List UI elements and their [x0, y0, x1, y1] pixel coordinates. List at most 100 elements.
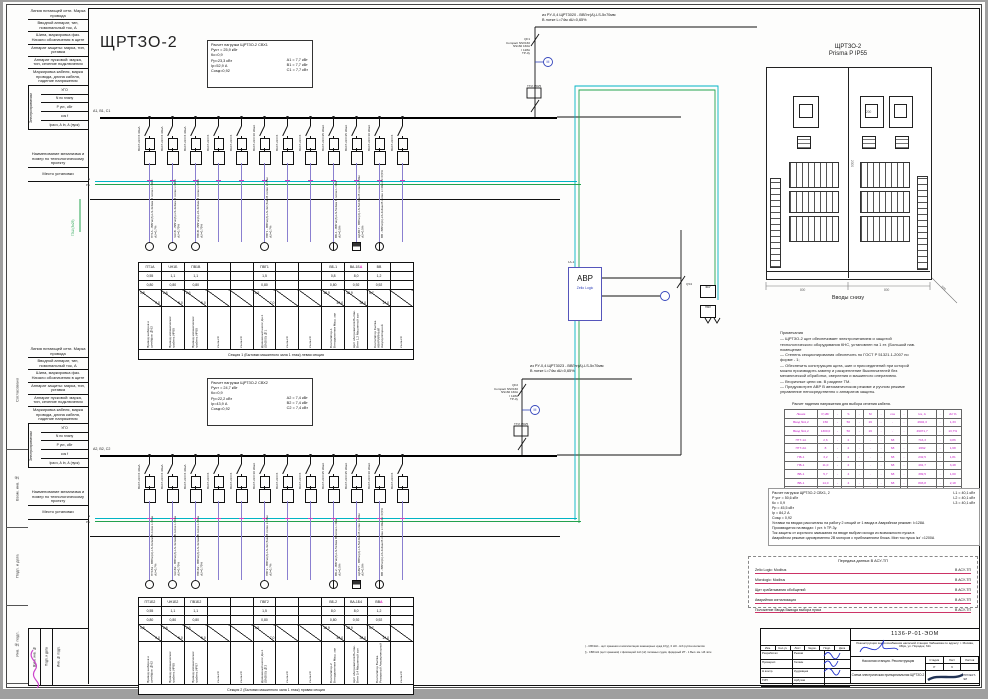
rcd-box — [306, 138, 316, 150]
project-description: Реконструкция энергоснабжения насосной с… — [851, 641, 979, 657]
role-signature-cell — [825, 651, 850, 659]
feeder-column: ВА47-29 С6 30мА ПТ1Б2 - ВВГнг(А)-LS-4х4м… — [138, 456, 161, 596]
document-number: 1136-Р-01-ЭОМ — [851, 629, 979, 641]
section-caption: Секция 1 (Бытовки машинного зала 1 этаж)… — [139, 350, 414, 360]
vd-row: ВБ-15,7- 4-- -68- 399,5-1,00 — [785, 470, 962, 479]
schedule-header-cell: ПВ1Б2 — [184, 598, 207, 607]
role-row: ГИП Арбузов — [761, 678, 850, 687]
schedule-cos-cell — [390, 616, 413, 625]
module-strip — [860, 216, 910, 242]
feeder-schedule-1: ПТ1АЧН1БПВ1ВПВГ1ВБ-1ВА-1БАВВ 0,551,11,11… — [138, 262, 414, 360]
asu-signal: Micrologic: Modbus — [755, 578, 785, 582]
schedule-power-cell: 1,5 — [253, 272, 276, 281]
rcd-box — [283, 138, 293, 150]
rcd-box — [214, 138, 224, 150]
meter-box — [862, 136, 876, 149]
schedule-desc-cell: Щит обогревателя Вытяж. Вент 3,4 Машинны… — [345, 642, 368, 685]
role-row: Н.контр. Кудрявцев — [761, 669, 850, 678]
pe-label-2: PE — [86, 520, 90, 524]
aux-box-2: ПМЛ — [700, 305, 716, 318]
schedule-power-cell — [207, 607, 230, 616]
load-symbol — [145, 242, 154, 251]
asu-row: Micrologic: Modbus В АСУ-ТП — [755, 574, 971, 584]
schedule-desc-cell: РЕЗЕРВ — [299, 307, 322, 350]
cable-drop — [310, 501, 311, 580]
rcd-box — [329, 138, 339, 150]
load-calc-box-1: Расчет нагрузки ЩРТЗО-2 СВХ1 Руст = 25,9… — [207, 40, 313, 88]
contactor-box — [351, 489, 363, 503]
feeder-wire — [333, 118, 334, 126]
stage-header-cell: Листов — [961, 657, 979, 663]
cable-label — [243, 168, 251, 238]
rcd-box — [191, 138, 201, 150]
role-row: Проверил Галкин — [761, 660, 850, 669]
notes-title: Примечания — [780, 330, 976, 335]
feeder-column: ВА47-29 С6 — [276, 118, 299, 258]
schedule-desc-cell: РЕЗЕРВ — [276, 307, 299, 350]
vd-row: ПТГ-2А8- 2-- -68- 2662-1,68 — [785, 444, 962, 453]
incoming-label-1: из РУ-0,4 ЩРТ3020 - ВВГнг(А)-LS-5х70ммВ … — [542, 13, 616, 23]
cable-label: ПВ1Б2 - ВВГнг(А)-LS-4х4мм В лотке L=40м … — [197, 506, 205, 576]
schedule-desc-cell: Привод шиберов и шлейфов №62 — [139, 642, 162, 685]
firm-name: ПРОЕКТ-ЭЛ — [963, 673, 979, 681]
vd-row: ЛинияР, кВт- S-М -cos- Iкз, А-dU % — [785, 410, 962, 419]
schedule-power-cell: 1,1 — [184, 607, 207, 616]
schedule-cos-cell: 0,80 — [139, 616, 162, 625]
cable-drop — [149, 163, 150, 242]
asu-signal: Zelio Logic: Modbus — [755, 568, 786, 572]
width-dim-left: 800 — [800, 288, 805, 292]
title-block: Изм.Кол.учЛист№док.Подп.Дата Разработал … — [760, 628, 980, 684]
role-signature-cell — [825, 678, 850, 686]
vd-row: НБ-13,2- 2-- -68- 232,5-1,81 — [785, 452, 962, 461]
cable-drop — [264, 501, 265, 580]
schedule-header-cell: ПТ1А — [139, 263, 162, 272]
schedule-power-cell — [276, 607, 299, 616]
feeder-column: ВА47-29 С6 30мА ПТ1А - ВВГнг(А)-LS-4х4мм… — [138, 118, 161, 258]
contactor-box — [167, 151, 179, 165]
rcd-box — [283, 476, 293, 488]
cable-drop — [241, 163, 242, 242]
schedule-power-cell — [390, 607, 413, 616]
contactor-box — [397, 151, 409, 165]
notes-block: Примечания — ЩРТЗО-2 щит обеспечивает эл… — [780, 330, 976, 395]
schedule-desc-cell: РЕЗЕРВ — [390, 307, 413, 350]
revision-header-cell: Изм. — [761, 646, 776, 650]
schedule-cos-cell: 0,80 — [161, 616, 184, 625]
feeder-column: ВА47-29 С6 — [207, 456, 230, 596]
schedule-cos-cell: 0,80 — [322, 281, 345, 290]
cable-drop — [195, 501, 196, 580]
schedule-current-cell: 18,938,0 — [345, 290, 368, 307]
schedule-desc-cell: Вентилятор-2 Вентдвижения Маш. зал — [322, 642, 345, 685]
schedule-desc-cell: Щит обогревателя Вытяж. Вент 1,2 Машинны… — [345, 307, 368, 350]
section-caption: Секция 2 (Бытовки машинного зала 1 этаж)… — [139, 685, 414, 695]
drawing-canvas: { "frame": { "stamps_left": ["Согласован… — [0, 0, 988, 699]
asu-dest: В АСУ-ТП — [955, 568, 971, 572]
rcd-box — [191, 476, 201, 488]
feeder-wire — [218, 118, 219, 126]
contactor-box — [190, 489, 202, 503]
schedule-power-cell: 0,55 — [139, 607, 162, 616]
cable-drop — [310, 163, 311, 242]
vd-row: ВБ-114,0- 4-- -68- 803,8-2,18 — [785, 478, 962, 487]
load-symbol — [375, 242, 384, 251]
cable-drop — [402, 501, 403, 580]
rcd-box — [375, 476, 385, 488]
contactor-box — [374, 489, 386, 503]
cable-label: ВВ - ВВГнг(А)-LS-4х4мм В лотке L=40м dU=… — [381, 168, 389, 238]
rcd-box — [168, 476, 178, 488]
feeder-column: ВА47-29 С10 30мА ВВ - ВВГнг(А)-LS-4х4мм … — [368, 456, 391, 596]
schedule-power-cell: 8,0 — [322, 607, 345, 616]
schedule-power-cell: 0,8 — [322, 272, 345, 281]
feeder-wire — [264, 456, 265, 464]
sheet-title: Схема электрическая принципиальная ЩРТЗО… — [851, 671, 925, 684]
asu-row: Аварийная сигнализация В АСУ-ТП — [755, 594, 971, 604]
stage-value-cell: 6 — [944, 664, 962, 670]
load-symbol — [329, 580, 338, 589]
schedule-desc-cell: РЕЗЕРВ — [230, 307, 253, 350]
feeder-wire — [264, 118, 265, 126]
schedule-desc-cell: Привод механических грабель ИР55 — [161, 642, 184, 685]
cable-label — [312, 168, 320, 238]
vd-row: ПТГ-1А2,6- 2-- -68- 716,3-0,86 — [785, 435, 962, 444]
asu-row: Положение Ввода Вывода выбора пуска В АС… — [755, 604, 971, 614]
schedule-header-cell — [230, 263, 253, 272]
